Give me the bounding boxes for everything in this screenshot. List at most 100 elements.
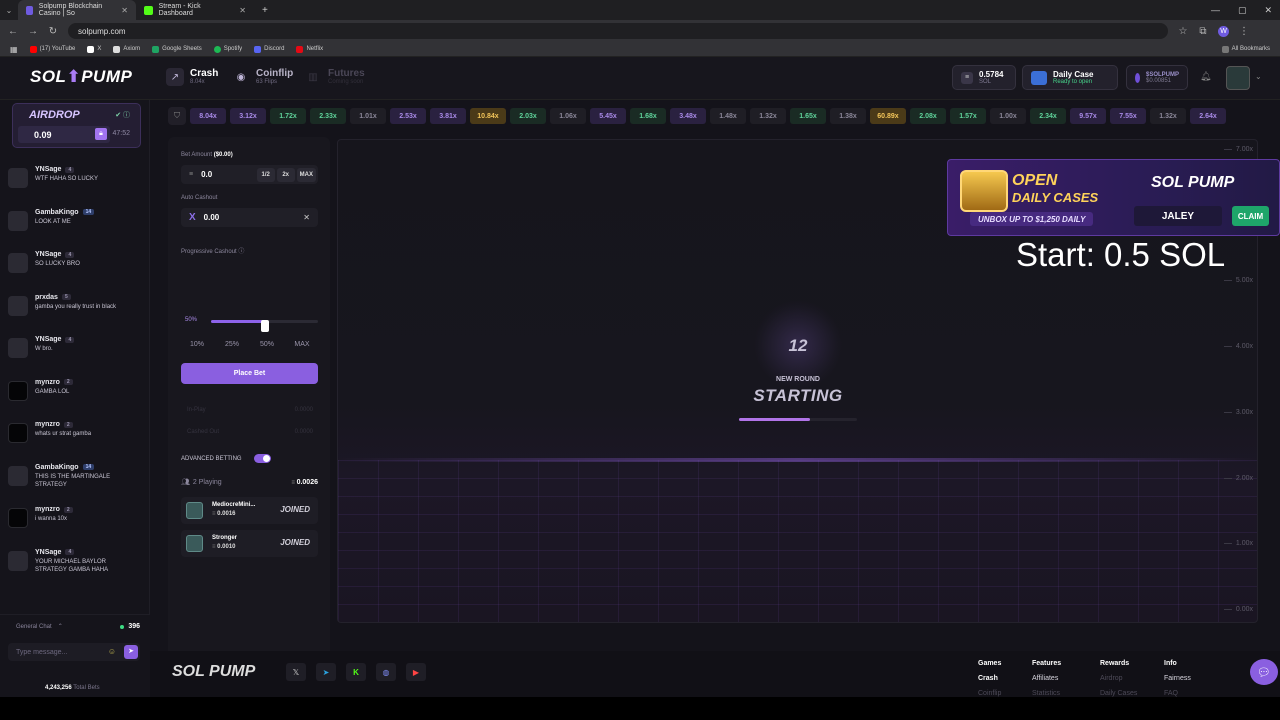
history-multiplier-chip[interactable]: 3.48x	[670, 108, 706, 124]
maximize-icon[interactable]: ▢	[1238, 5, 1247, 16]
slider-handle[interactable]	[260, 320, 269, 332]
history-multiplier-chip[interactable]: 1.01x	[350, 108, 386, 124]
history-multiplier-chip[interactable]: 3.81x	[430, 108, 466, 124]
telegram-icon[interactable]: ➤	[316, 663, 336, 681]
pct-25-button[interactable]: 25%	[216, 337, 248, 351]
nav-coinflip[interactable]: ◉ Coinflip 63 Flips	[232, 68, 294, 86]
bookmark-discord[interactable]: Discord	[254, 45, 284, 53]
info-icon[interactable]: ✔ ⓘ	[115, 110, 130, 120]
chat-username[interactable]: GambaKingo 14	[35, 464, 95, 471]
chat-username[interactable]: YNSage 4	[35, 166, 75, 173]
bet-amount-input[interactable]: 0.0	[201, 170, 212, 179]
footer-logo[interactable]: SOL PUMP	[172, 663, 255, 681]
bookmark-google-sheets[interactable]: Google Sheets	[152, 45, 202, 53]
bookmark-spotify[interactable]: Spotify	[213, 45, 242, 53]
chat-avatar[interactable]	[8, 253, 28, 273]
history-multiplier-chip[interactable]: 1.32x	[1150, 108, 1186, 124]
chat-avatar[interactable]	[8, 508, 28, 528]
clear-icon[interactable]: ✕	[303, 213, 318, 222]
history-multiplier-chip[interactable]: 1.38x	[830, 108, 866, 124]
chat-username[interactable]: YNSage 4	[35, 336, 75, 343]
support-chat-icon[interactable]: 💬︎	[1250, 659, 1278, 685]
chat-username[interactable]: mynzro 2	[35, 379, 73, 386]
nav-crash[interactable]: ↗ Crash 8.04x	[166, 68, 218, 86]
pct-50-button[interactable]: 50%	[251, 337, 283, 351]
chat-avatar[interactable]	[8, 423, 28, 443]
chat-avatar[interactable]	[8, 550, 28, 571]
history-multiplier-chip[interactable]: 2.03x	[510, 108, 546, 124]
apps-icon[interactable]: ▦	[10, 45, 18, 54]
browser-tab-solpump[interactable]: Solpump Blockchain Casino | So ✕	[18, 0, 136, 20]
airdrop-widget[interactable]: AIRDROP ✔ ⓘ 0.09 🔒︎ 47:52	[12, 103, 141, 148]
chat-username[interactable]: mynzro 2	[35, 506, 73, 513]
discord-icon[interactable]: ◍	[376, 663, 396, 681]
user-avatar[interactable]	[1226, 66, 1250, 90]
footer-link-affiliates[interactable]: Affiliates	[1032, 675, 1061, 682]
history-multiplier-chip[interactable]: 7.55x	[1110, 108, 1146, 124]
history-multiplier-chip[interactable]: 1.00x	[990, 108, 1026, 124]
footer-link-fairness[interactable]: Fairness	[1164, 675, 1191, 682]
pct-10-button[interactable]: 10%	[181, 337, 213, 351]
chat-avatar[interactable]	[8, 380, 28, 401]
history-multiplier-chip[interactable]: 5.45x	[590, 108, 626, 124]
footer-link-statistics[interactable]: Statistics	[1032, 690, 1061, 697]
double-button[interactable]: 2x	[276, 167, 295, 182]
history-multiplier-chip[interactable]: 1.68x	[630, 108, 666, 124]
chat-username[interactable]: YNSage 4	[35, 251, 75, 258]
bookmark-x[interactable]: X	[87, 45, 101, 53]
auto-cashout-field[interactable]: X 0.00 ✕	[181, 208, 318, 227]
advanced-betting-toggle[interactable]	[254, 454, 271, 463]
bookmark-netflix[interactable]: Netflix	[296, 45, 323, 53]
new-tab-icon[interactable]: +	[254, 5, 268, 16]
chat-username[interactable]: mynzro 2	[35, 421, 73, 428]
x-icon[interactable]: 𝕏	[286, 663, 306, 681]
chat-avatar[interactable]	[8, 338, 28, 358]
token-price-box[interactable]: $SOLPUMP $0.00851	[1126, 65, 1188, 90]
chevron-up-icon[interactable]: ⌃	[58, 623, 63, 630]
history-multiplier-chip[interactable]: 2.33x	[310, 108, 346, 124]
chat-avatar[interactable]	[8, 295, 28, 316]
all-bookmarks[interactable]: All Bookmarks	[1221, 45, 1270, 53]
shield-icon[interactable]: ⛉	[168, 107, 186, 125]
balance-box[interactable]: ≡ 0.5784 SOL	[952, 65, 1016, 90]
history-multiplier-chip[interactable]: 2.53x	[390, 108, 426, 124]
place-bet-button[interactable]: Place Bet	[181, 363, 318, 384]
chat-avatar[interactable]	[8, 168, 28, 188]
profile-icon[interactable]: W	[1218, 25, 1229, 37]
footer-link-daily-cases[interactable]: Daily Cases	[1100, 690, 1137, 697]
back-icon[interactable]: ←	[8, 26, 18, 37]
ad-claim-button[interactable]: CLAIM	[1232, 206, 1269, 226]
history-multiplier-chip[interactable]: 9.57x	[1070, 108, 1106, 124]
history-multiplier-chip[interactable]: 2.08x	[910, 108, 946, 124]
history-multiplier-chip[interactable]: 60.89x	[870, 108, 906, 124]
pct-max-button[interactable]: MAX	[286, 337, 318, 351]
slider-track[interactable]	[211, 320, 318, 332]
max-button[interactable]: MAX	[296, 167, 316, 182]
history-multiplier-chip[interactable]: 1.65x	[790, 108, 826, 124]
bell-icon[interactable]: 🔔︎	[1200, 71, 1211, 82]
bookmark-youtube[interactable]: (17) YouTube	[29, 45, 75, 53]
history-multiplier-chip[interactable]: 1.72x	[270, 108, 306, 124]
bookmark-star-icon[interactable]: ☆	[1178, 26, 1188, 37]
close-tab-icon[interactable]: ✕	[121, 6, 128, 15]
footer-link-airdrop[interactable]: Airdrop	[1100, 675, 1137, 682]
footer-link-coinflip[interactable]: Coinflip	[978, 690, 1001, 697]
close-tab-icon[interactable]: ✕	[239, 6, 246, 15]
player-row[interactable]: Stronger ≡ 0.0010 JOINED	[181, 530, 318, 557]
info-icon[interactable]: ⓘ	[238, 249, 244, 255]
nav-futures[interactable]: ▥ Futures Coming soon	[304, 68, 364, 86]
solpump-logo[interactable]: SOL⬆PUMP	[30, 67, 132, 87]
footer-link-faq[interactable]: FAQ	[1164, 690, 1191, 697]
chat-username[interactable]: prxdas 5	[35, 294, 71, 301]
footer-link-crash[interactable]: Crash	[978, 675, 1001, 682]
send-icon[interactable]: ➤	[124, 645, 138, 659]
daily-case-button[interactable]: Daily Case Ready to open	[1022, 65, 1118, 90]
history-multiplier-chip[interactable]: 2.34x	[1030, 108, 1066, 124]
history-multiplier-chip[interactable]: 1.06x	[550, 108, 586, 124]
youtube-icon[interactable]: ▶	[406, 663, 426, 681]
history-multiplier-chip[interactable]: 1.57x	[950, 108, 986, 124]
url-input[interactable]: solpump.com	[68, 23, 1168, 39]
chat-input[interactable]: Type message... ☺ ➤	[8, 643, 140, 661]
chat-avatar[interactable]	[8, 465, 28, 486]
reload-icon[interactable]: ↻	[48, 26, 58, 37]
